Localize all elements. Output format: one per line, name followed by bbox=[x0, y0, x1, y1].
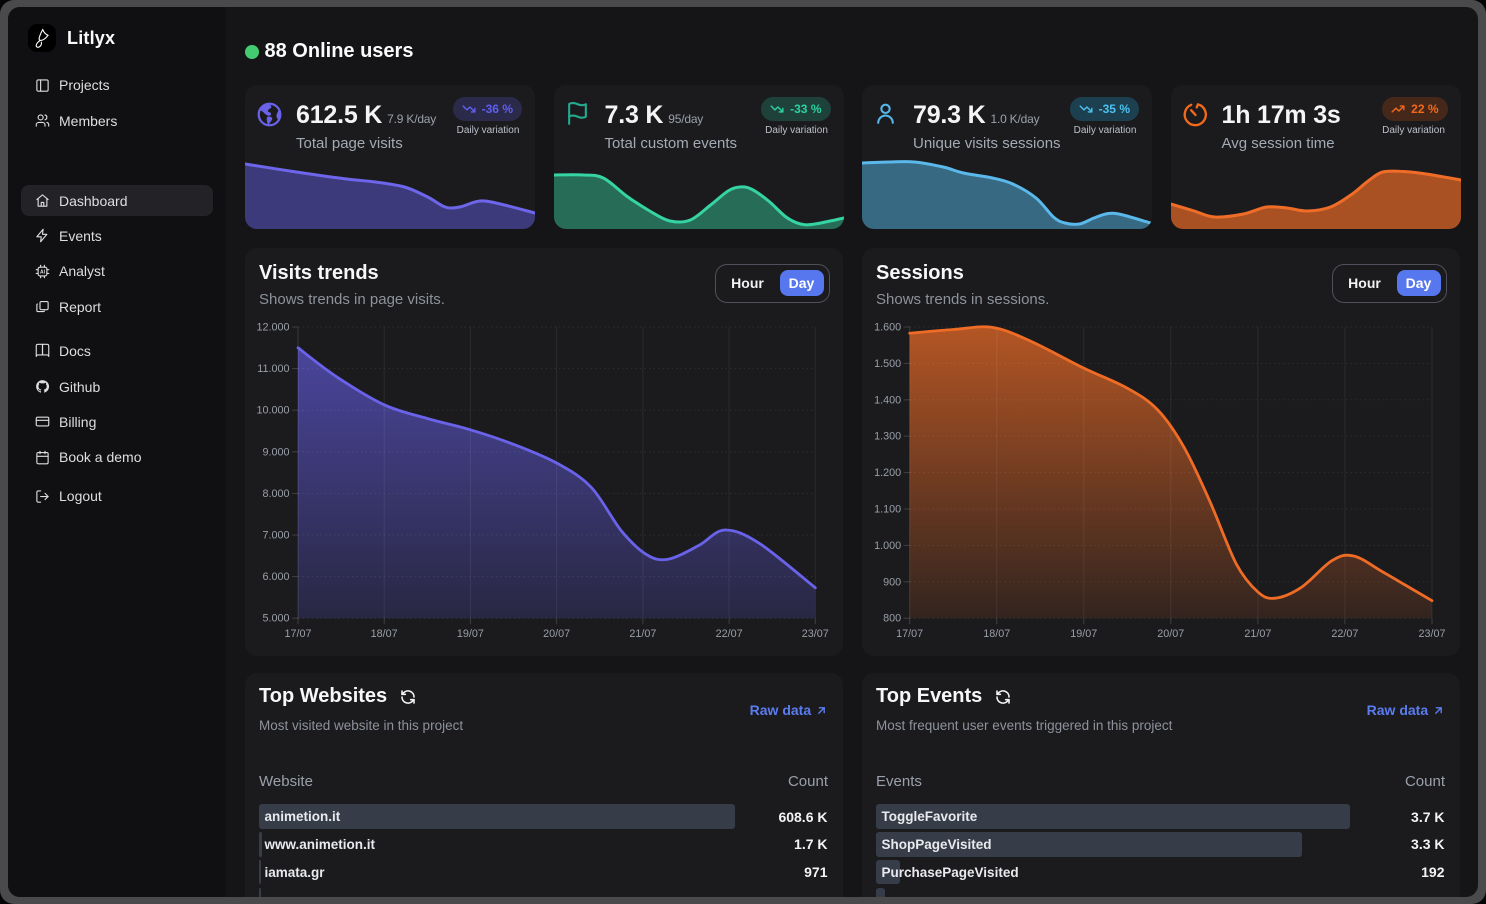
svg-text:22/07: 22/07 bbox=[1331, 628, 1358, 640]
svg-text:19/07: 19/07 bbox=[457, 628, 484, 640]
svg-text:9.000: 9.000 bbox=[262, 446, 289, 458]
svg-text:800: 800 bbox=[883, 613, 901, 625]
svg-text:20/07: 20/07 bbox=[1157, 628, 1184, 640]
svg-text:10.000: 10.000 bbox=[256, 405, 289, 417]
svg-text:5.000: 5.000 bbox=[262, 613, 289, 625]
svg-text:1.400: 1.400 bbox=[874, 394, 901, 406]
svg-text:8.000: 8.000 bbox=[262, 488, 289, 500]
svg-text:19/07: 19/07 bbox=[1070, 628, 1097, 640]
svg-text:AI: AI bbox=[40, 269, 46, 275]
svg-text:1.100: 1.100 bbox=[874, 504, 901, 516]
svg-text:23/07: 23/07 bbox=[802, 628, 829, 640]
svg-text:21/07: 21/07 bbox=[629, 628, 656, 640]
svg-text:1.500: 1.500 bbox=[874, 358, 901, 370]
svg-text:23/07: 23/07 bbox=[1418, 628, 1445, 640]
svg-text:18/07: 18/07 bbox=[371, 628, 398, 640]
svg-text:12.000: 12.000 bbox=[256, 322, 289, 334]
svg-text:18/07: 18/07 bbox=[983, 628, 1010, 640]
svg-text:1.000: 1.000 bbox=[874, 540, 901, 552]
svg-text:22/07: 22/07 bbox=[716, 628, 743, 640]
svg-text:6.000: 6.000 bbox=[262, 571, 289, 583]
svg-text:21/07: 21/07 bbox=[1244, 628, 1271, 640]
svg-text:900: 900 bbox=[883, 576, 901, 588]
svg-text:17/07: 17/07 bbox=[284, 628, 311, 640]
svg-text:11.000: 11.000 bbox=[257, 363, 289, 375]
svg-text:17/07: 17/07 bbox=[896, 628, 923, 640]
svg-text:20/07: 20/07 bbox=[543, 628, 570, 640]
svg-text:7.000: 7.000 bbox=[262, 530, 289, 542]
svg-text:1.200: 1.200 bbox=[874, 467, 901, 479]
svg-text:1.300: 1.300 bbox=[874, 431, 901, 443]
svg-text:1.600: 1.600 bbox=[874, 322, 901, 334]
